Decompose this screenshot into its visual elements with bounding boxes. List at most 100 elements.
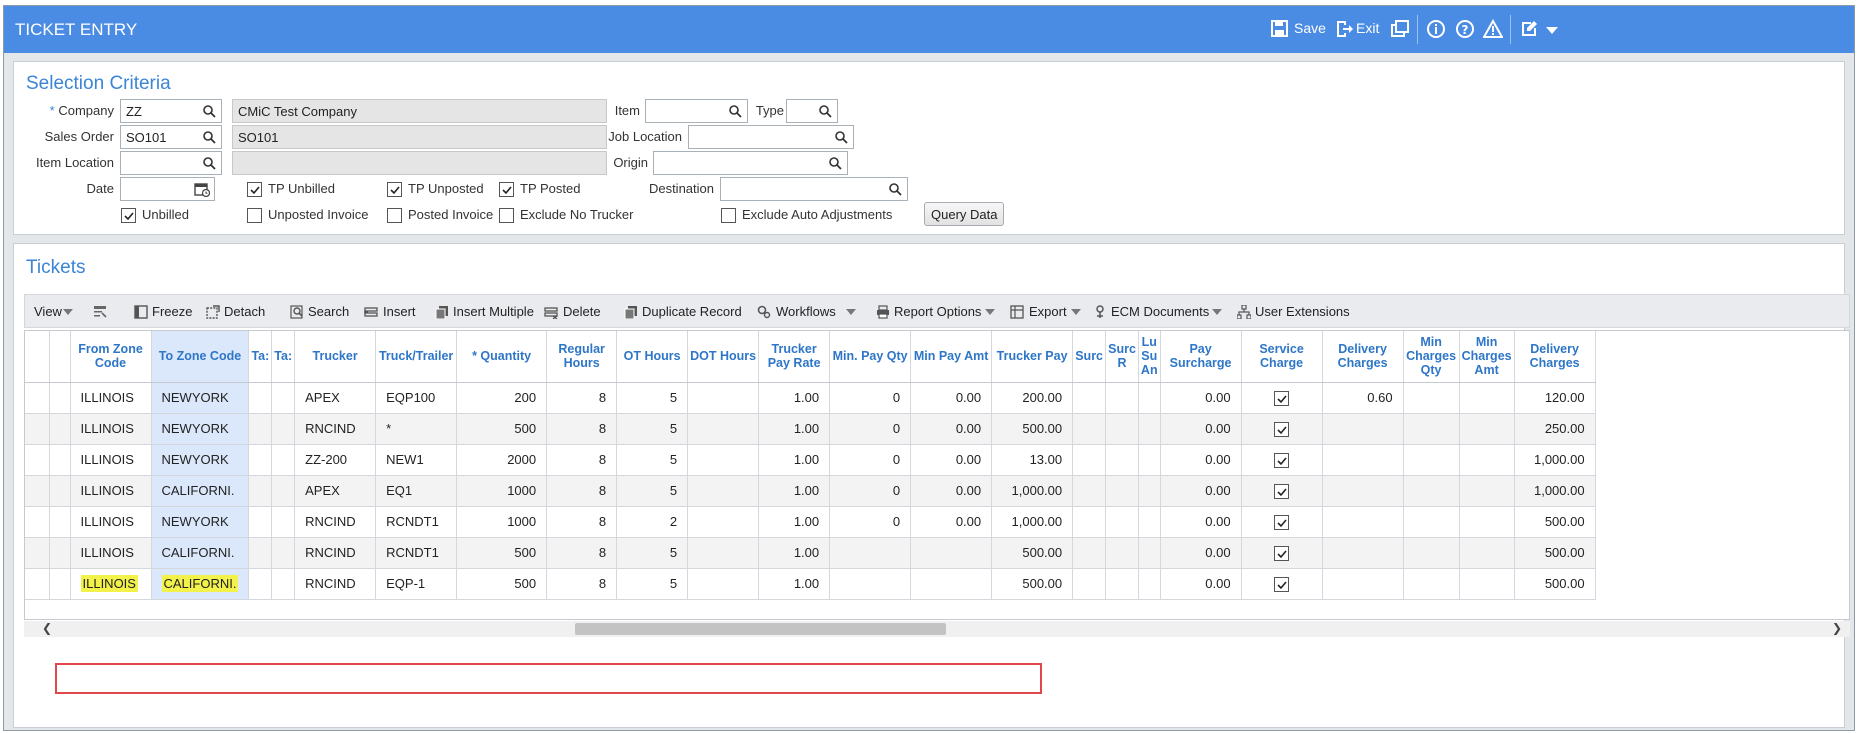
min-charges-amt-cell[interactable]	[1459, 568, 1515, 600]
row-selector-cell[interactable]	[25, 537, 50, 569]
workflows-menu[interactable]: Workflows	[776, 304, 836, 319]
trucker-pay-rate-cell[interactable]: 1.00	[758, 444, 831, 476]
trucker-pay-rate-cell[interactable]: 1.00	[758, 506, 831, 538]
from-zone-cell[interactable]: ILLINOIS	[70, 537, 152, 569]
pay-surcharge-cell[interactable]: 0.00	[1160, 568, 1242, 600]
view-menu[interactable]: View	[34, 304, 62, 319]
pay-surcharge-cell[interactable]: 0.00	[1160, 413, 1242, 445]
delivery-charges-header[interactable]: Delivery Charges	[1322, 331, 1404, 383]
row-selector-cell[interactable]	[25, 568, 50, 600]
row-selector-cell[interactable]	[25, 444, 50, 476]
workflows-dropdown-icon[interactable]	[846, 309, 856, 315]
lump-sum-cell[interactable]	[1138, 475, 1161, 507]
trucker-cell[interactable]: APEX	[294, 382, 377, 414]
detach-button[interactable]: Detach	[224, 304, 265, 319]
trucker-cell[interactable]: RNCIND	[294, 413, 377, 445]
min-charges-qty-header[interactable]: Min Charges Qty	[1403, 331, 1460, 383]
dot-hours-cell[interactable]	[687, 568, 760, 600]
service-charge-cell[interactable]	[1241, 382, 1323, 414]
user-extensions-icon[interactable]	[1237, 305, 1251, 319]
delivery-charges-amount-cell[interactable]: 1,000.00	[1514, 444, 1596, 476]
row-selector-cell[interactable]	[25, 413, 50, 445]
min-pay-amt-cell[interactable]: 0.00	[910, 444, 993, 476]
min-charges-amt-cell[interactable]	[1459, 506, 1515, 538]
tax1-cell[interactable]	[248, 444, 273, 476]
ot-hours-cell[interactable]: 5	[616, 413, 689, 445]
tax2-cell[interactable]	[271, 413, 296, 445]
dot-hours-cell[interactable]	[687, 413, 760, 445]
service-charge-cell[interactable]	[1241, 537, 1323, 569]
lump-sum-header[interactable]: Lu Su An	[1138, 331, 1161, 383]
tax2-cell[interactable]	[271, 382, 296, 414]
regular-hours-cell[interactable]: 8	[546, 382, 618, 414]
duplicate-record-button[interactable]: Duplicate Record	[642, 304, 742, 319]
ot-hours-cell[interactable]: 5	[616, 444, 689, 476]
delivery-charges-amount-cell[interactable]: 500.00	[1514, 537, 1596, 569]
surcharge2-cell[interactable]	[1105, 444, 1139, 476]
row-selector-cell[interactable]	[25, 506, 50, 538]
tax1-cell[interactable]	[248, 537, 273, 569]
item-location-input[interactable]	[120, 151, 222, 175]
tp-unbilled-checkbox[interactable]	[247, 182, 262, 197]
scroll-left-icon[interactable]: ❮	[42, 621, 52, 635]
delivery-charges-cell[interactable]: 0.60	[1322, 382, 1404, 414]
search-icon[interactable]	[202, 156, 216, 170]
surcharge1-header[interactable]: Surc	[1072, 331, 1107, 383]
trucker-pay-rate-header[interactable]: Trucker Pay Rate	[758, 331, 831, 383]
min-pay-amt-cell[interactable]: 0.00	[910, 382, 993, 414]
exclude-no-trucker-checkbox[interactable]	[499, 208, 514, 223]
min-pay-amt-cell[interactable]: 0.00	[910, 506, 993, 538]
ecm-documents-icon[interactable]	[1093, 305, 1107, 319]
scrollbar-thumb[interactable]	[575, 623, 946, 635]
table-row[interactable]: ILLINOIS NEWYORK RNCIND * 500 8 5 1.00 0 0.00 500.…	[25, 413, 1596, 445]
to-zone-cell[interactable]: NEWYORK	[151, 382, 250, 414]
min-charges-amt-cell[interactable]	[1459, 444, 1515, 476]
company-input[interactable]: ZZ	[120, 99, 222, 123]
tp-unposted-checkbox[interactable]	[387, 182, 402, 197]
quantity-cell[interactable]: 1000	[456, 475, 548, 507]
report-options-menu[interactable]: Report Options	[894, 304, 981, 319]
surcharge2-cell[interactable]	[1105, 382, 1139, 414]
min-pay-qty-cell[interactable]	[829, 568, 912, 600]
min-pay-qty-header[interactable]: Min. Pay Qty	[829, 331, 912, 383]
ot-hours-cell[interactable]: 5	[616, 537, 689, 569]
tax2-cell[interactable]	[271, 475, 296, 507]
regular-hours-cell[interactable]: 8	[546, 444, 618, 476]
trucker-cell[interactable]: RNCIND	[294, 568, 377, 600]
regular-hours-cell[interactable]: 8	[546, 537, 618, 569]
service-charge-cell[interactable]	[1241, 444, 1323, 476]
search-icon[interactable]	[834, 130, 848, 144]
trucker-cell[interactable]: RNCIND	[294, 537, 377, 569]
to-zone-code-header[interactable]: To Zone Code	[151, 331, 250, 383]
tax1-cell[interactable]	[248, 506, 273, 538]
trucker-pay-cell[interactable]: 500.00	[991, 568, 1074, 600]
posted-invoice-checkbox[interactable]	[387, 208, 402, 223]
service-charge-header[interactable]: Service Charge	[1241, 331, 1323, 383]
export-icon[interactable]	[1010, 305, 1024, 319]
trucker-pay-cell[interactable]: 1,000.00	[991, 506, 1074, 538]
service-charge-checkbox[interactable]	[1274, 390, 1290, 406]
quantity-cell[interactable]: 500	[456, 568, 548, 600]
service-charge-cell[interactable]	[1241, 506, 1323, 538]
dot-hours-header[interactable]: DOT Hours	[687, 331, 760, 383]
delivery-charges-cell[interactable]	[1322, 413, 1404, 445]
freeze-button[interactable]: Freeze	[152, 304, 192, 319]
dot-hours-cell[interactable]	[687, 537, 760, 569]
min-pay-qty-cell[interactable]: 0	[829, 382, 912, 414]
search-icon[interactable]	[728, 104, 742, 118]
report-options-dropdown-icon[interactable]	[985, 309, 995, 315]
unbilled-checkbox[interactable]	[121, 208, 136, 223]
service-charge-cell[interactable]	[1241, 568, 1323, 600]
exit-button[interactable]: Exit	[1356, 20, 1379, 36]
trucker-pay-rate-cell[interactable]: 1.00	[758, 382, 831, 414]
ecm-documents-dropdown-icon[interactable]	[1212, 309, 1222, 315]
regular-hours-header[interactable]: Regular Hours	[546, 331, 618, 383]
min-charges-amt-cell[interactable]	[1459, 537, 1515, 569]
tax2-header[interactable]: Ta:	[271, 331, 296, 383]
save-icon[interactable]	[1270, 19, 1290, 39]
delivery-charges-amount-cell[interactable]: 1,000.00	[1514, 475, 1596, 507]
insert-icon[interactable]	[364, 305, 378, 319]
service-charge-cell[interactable]	[1241, 413, 1323, 445]
min-charges-amt-cell[interactable]	[1459, 475, 1515, 507]
min-charges-qty-cell[interactable]	[1403, 568, 1460, 600]
